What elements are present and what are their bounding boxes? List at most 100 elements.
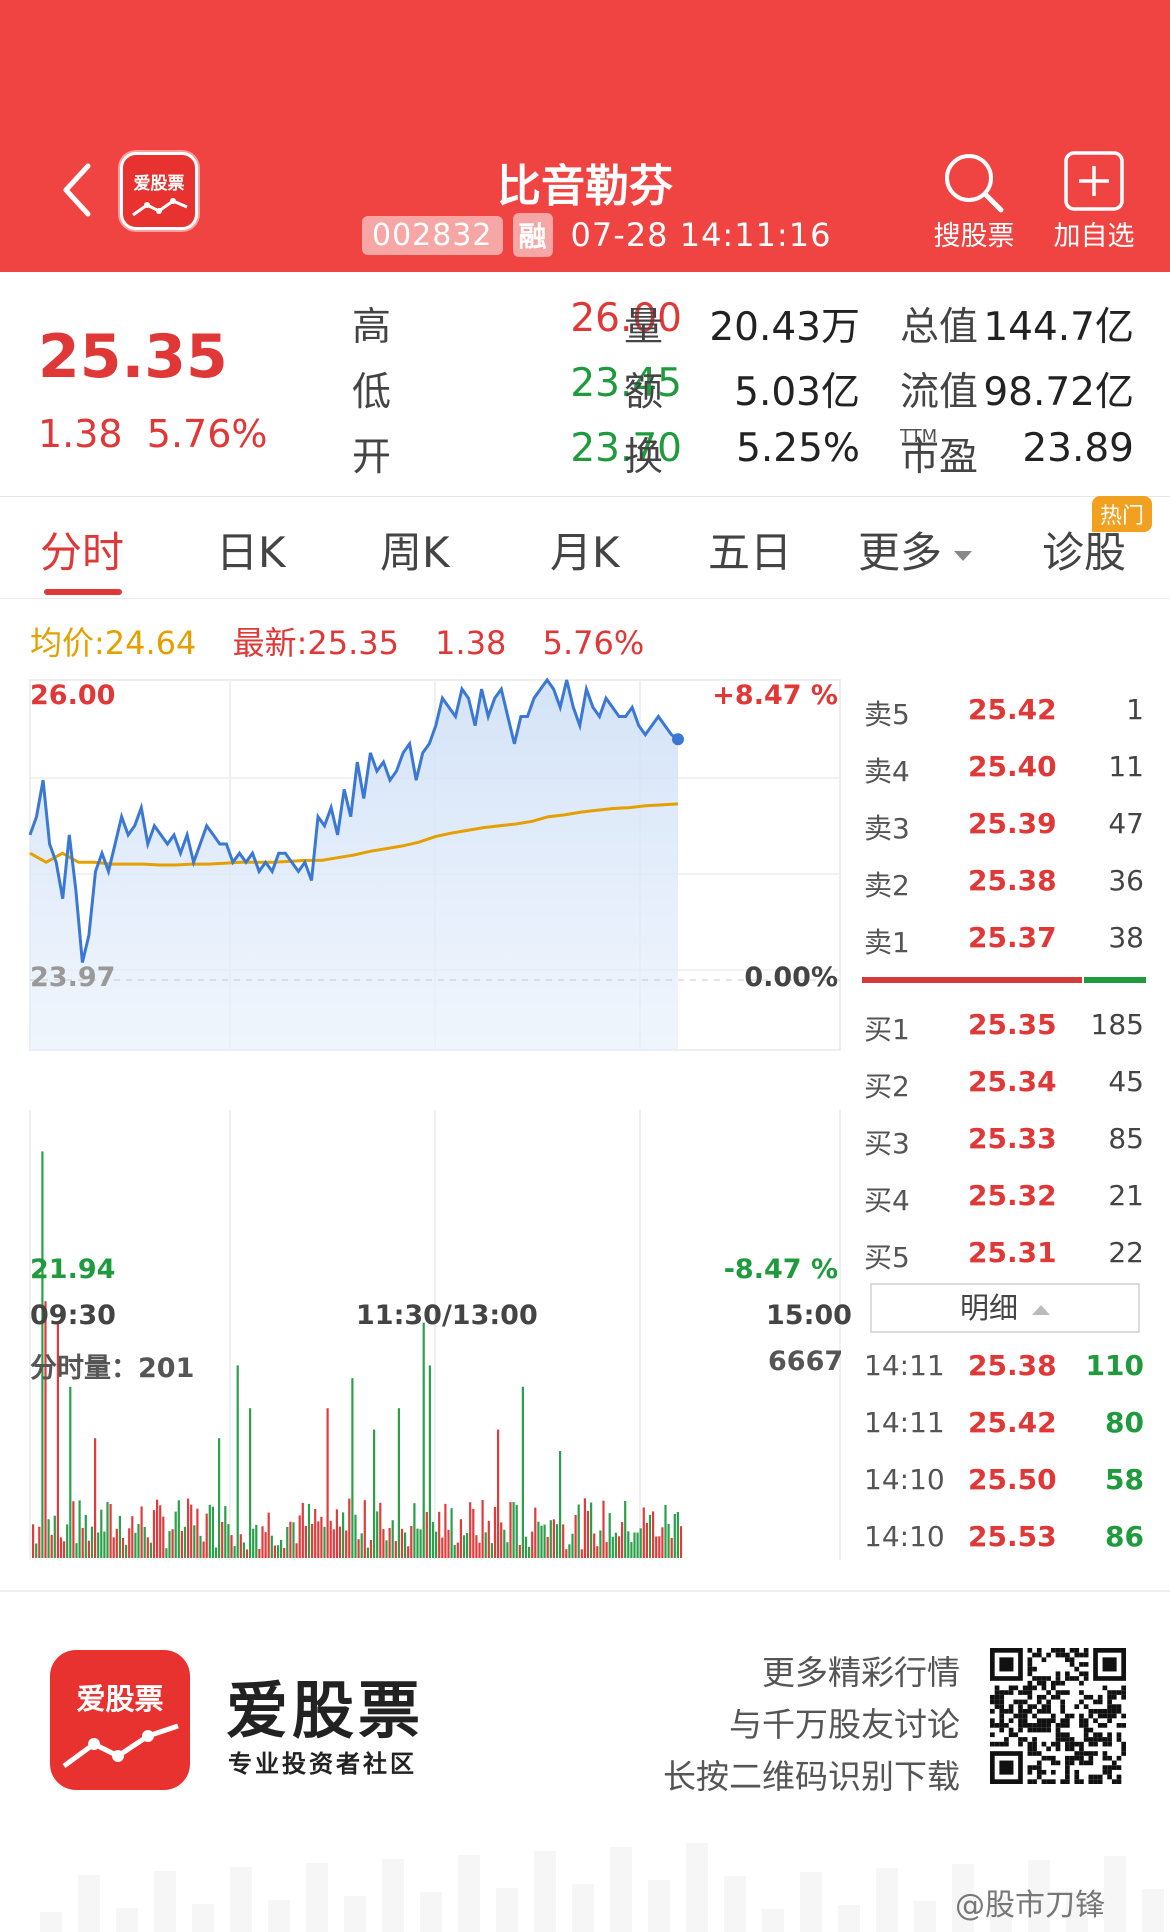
volume-bar [112, 1537, 115, 1558]
qr-module [999, 1708, 1005, 1714]
qr-module [1102, 1769, 1108, 1775]
volume-bar [171, 1529, 174, 1558]
qr-module [1079, 1779, 1084, 1784]
volume-bar [425, 1512, 428, 1558]
qr-module [1102, 1741, 1108, 1747]
ask-volume: 38 [1108, 921, 1144, 954]
qr-module [1032, 1676, 1037, 1681]
ask-price: 25.37 [968, 921, 1057, 954]
qr-module [1083, 1671, 1089, 1677]
qr-module [1036, 1652, 1042, 1658]
qr-module [1065, 1737, 1070, 1742]
bid-label: 买1 [864, 1013, 910, 1046]
current-price: 25.35 [38, 322, 228, 392]
qr-module [1027, 1741, 1033, 1747]
volume-bar [487, 1520, 490, 1558]
qr-module [1074, 1741, 1080, 1747]
qr-module [1079, 1671, 1084, 1677]
volume-bar [301, 1502, 304, 1558]
qr-module [1083, 1737, 1089, 1742]
volume-bar [125, 1544, 128, 1558]
qr-module [1060, 1737, 1066, 1742]
float-cap-value: 98.72亿 [983, 370, 1134, 415]
tab-daily-k[interactable]: 日K [216, 519, 286, 580]
qr-module [990, 1718, 995, 1724]
qr-module [1018, 1723, 1023, 1728]
qr-module [1074, 1774, 1080, 1780]
qr-module [1008, 1718, 1014, 1724]
volume-bar [450, 1508, 453, 1558]
volume-bar [577, 1504, 580, 1558]
qr-module [1046, 1699, 1051, 1705]
qr-module [1018, 1690, 1023, 1695]
qr-module [1018, 1713, 1023, 1719]
volume-bar [602, 1500, 605, 1558]
tab-intraday[interactable]: 分时 [40, 519, 124, 580]
qr-module [1032, 1685, 1037, 1691]
qr-module [990, 1699, 995, 1705]
tab-five-day[interactable]: 五日 [708, 519, 792, 580]
volume-bar [221, 1521, 224, 1558]
volume-bar [307, 1503, 311, 1558]
tab-monthly-k[interactable]: 月K [550, 519, 620, 580]
qr-module [1088, 1760, 1094, 1766]
volume-bar [348, 1498, 351, 1558]
volume-bar [354, 1514, 357, 1558]
volume-bar [360, 1533, 363, 1558]
high-label: 高 [352, 305, 392, 350]
ghost-bar [914, 1901, 936, 1932]
qr-module [1046, 1676, 1051, 1681]
qr-module [1022, 1713, 1028, 1719]
qr-module [1079, 1718, 1084, 1724]
qr-module [1027, 1666, 1033, 1672]
ask-price: 25.40 [968, 750, 1057, 783]
bid-volume: 185 [1090, 1008, 1144, 1041]
qr-module [1107, 1732, 1112, 1738]
qr-module [1116, 1732, 1122, 1738]
volume-bar [648, 1514, 652, 1558]
qr-module [1093, 1718, 1098, 1724]
ghost-bar [306, 1863, 328, 1932]
volume-bar [47, 1519, 50, 1558]
volume-bar [90, 1526, 94, 1558]
qr-module [1018, 1718, 1023, 1724]
tick-volume: 86 [1105, 1520, 1144, 1553]
qr-module [1050, 1718, 1056, 1724]
tick-time: 14:10 [864, 1520, 945, 1553]
tab-weekly-k[interactable]: 周K [380, 519, 450, 580]
qr-module [1046, 1708, 1051, 1714]
ghost-bar [344, 1896, 366, 1932]
qr-module [1107, 1699, 1112, 1705]
ask-price: 25.42 [968, 693, 1057, 726]
qr-module [1065, 1746, 1070, 1752]
volume-bar [84, 1514, 87, 1558]
qr-module [1036, 1774, 1042, 1780]
qr-module [1050, 1769, 1056, 1775]
volume-bar [453, 1545, 456, 1558]
promo-line: 长按二维码识别下载 [663, 1757, 960, 1796]
qr-module [1116, 1779, 1122, 1784]
add-watchlist-button[interactable]: 加自选 [1044, 150, 1144, 253]
qr-module [1065, 1676, 1070, 1681]
qr-module [1107, 1694, 1112, 1700]
axis-low: 21.94 [30, 1254, 116, 1285]
qr-code[interactable] [990, 1648, 1126, 1784]
qr-module [1008, 1685, 1014, 1691]
qr-module [1013, 1732, 1019, 1738]
tab-more[interactable]: 更多 [858, 519, 973, 580]
pe-value: 23.89 [1022, 426, 1134, 471]
search-stock-button[interactable]: 搜股票 [924, 150, 1024, 253]
ghost-bar [686, 1843, 708, 1932]
volume-bar [490, 1543, 493, 1558]
qr-module [1079, 1713, 1084, 1719]
detail-button[interactable]: 明细 [870, 1283, 1140, 1333]
volume-bar [35, 1543, 38, 1558]
volume-bar [69, 1386, 72, 1558]
volume-bar [342, 1512, 345, 1558]
qr-module [1069, 1676, 1075, 1681]
volume-bar [546, 1537, 549, 1558]
volume-bar [590, 1502, 593, 1558]
volume-bar [534, 1507, 537, 1558]
qr-module [1032, 1737, 1037, 1742]
qr-module [1121, 1713, 1126, 1719]
